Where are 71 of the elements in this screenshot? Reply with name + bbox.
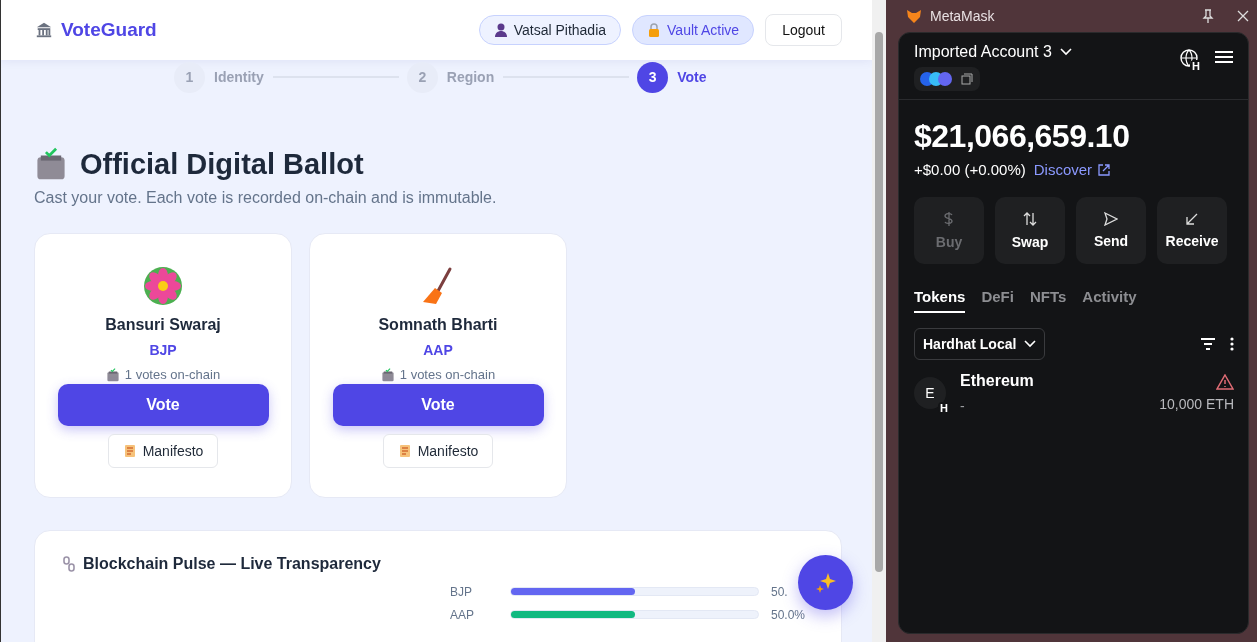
- user-badge: Vatsal Pithadia: [478, 15, 622, 45]
- candidate-name: Bansuri Swaraj: [105, 316, 221, 334]
- close-icon: [1237, 10, 1249, 22]
- network-icons: [919, 71, 955, 87]
- bar-percentage: 50.0%: [771, 607, 806, 622]
- step-label: Vote: [677, 69, 707, 85]
- vote-button[interactable]: Vote: [332, 384, 544, 426]
- user-icon: [493, 23, 508, 37]
- bar-percentage: 50.: [771, 584, 788, 599]
- pin-icon: [1201, 9, 1215, 23]
- vault-status-badge: Vault Active: [632, 15, 755, 45]
- chain-icon: [61, 556, 77, 572]
- step-number: 3: [637, 61, 669, 93]
- manifesto-button[interactable]: Manifesto: [382, 434, 494, 468]
- more-icon: [1230, 337, 1234, 351]
- token-amount: 10,000 ETH: [1159, 396, 1234, 412]
- bar-label: BJP: [450, 584, 473, 599]
- token-value: -: [960, 398, 966, 414]
- network-badge: H: [938, 402, 950, 414]
- candidate-name: Somnath Bharti: [378, 316, 498, 334]
- action-button[interactable]: Receive: [1157, 197, 1227, 264]
- swap-arrows-icon: [1023, 211, 1037, 227]
- party-name: AAP: [423, 342, 453, 358]
- window-title: MetaMask: [930, 8, 996, 24]
- lock-icon: [647, 23, 662, 37]
- page-title: Official Digital Ballot: [80, 147, 364, 181]
- chevron-down-icon: [1059, 48, 1072, 56]
- arrow-down-left-icon: [1185, 212, 1199, 226]
- external-link-icon: [1098, 163, 1111, 176]
- lotus-icon: [143, 266, 183, 306]
- action-button[interactable]: Send: [1076, 197, 1146, 264]
- step-label: Identity: [214, 69, 264, 85]
- step-label: Region: [446, 69, 495, 85]
- manifesto-button[interactable]: Manifesto: [107, 434, 219, 468]
- ballot-box-icon: [105, 367, 120, 382]
- brand-name: VoteGuard: [61, 19, 157, 41]
- ballot-box-icon: [34, 147, 68, 181]
- menu-icon: [1214, 49, 1234, 65]
- network-selector[interactable]: Hardhat Local: [914, 328, 1046, 360]
- ballot-box-icon: [380, 367, 395, 382]
- bank-icon: [35, 21, 53, 39]
- step-number: 2: [406, 61, 438, 93]
- tab[interactable]: DeFi: [981, 288, 1014, 313]
- account-selector[interactable]: Imported Account 3: [914, 43, 1072, 61]
- vote-count: 1 votes on-chain: [399, 367, 496, 382]
- copy-icon: [961, 73, 973, 85]
- scroll-icon: [397, 444, 412, 458]
- filter-icon: [1200, 338, 1216, 350]
- discover-link[interactable]: Discover: [1033, 161, 1111, 178]
- section-title: Blockchain Pulse — Live Transparency: [83, 555, 381, 573]
- party-name: BJP: [149, 342, 177, 358]
- network-badge: H: [1190, 60, 1202, 72]
- balance: $21,066,659.10: [913, 117, 1131, 155]
- balance-change: +$0.00 (+0.00%): [914, 161, 1026, 178]
- logout-button[interactable]: Logout: [765, 14, 842, 46]
- tab[interactable]: Activity: [1082, 288, 1137, 313]
- bar-label: AAP: [450, 607, 475, 622]
- vote-button[interactable]: Vote: [57, 384, 269, 426]
- action-button[interactable]: Swap: [995, 197, 1065, 264]
- page-subtitle: Cast your vote. Each vote is recorded on-chain and is immutable.: [34, 189, 498, 207]
- chevron-down-icon: [1024, 340, 1037, 348]
- tab[interactable]: Tokens: [914, 288, 966, 313]
- scroll-icon: [122, 444, 137, 458]
- step-number: 1: [174, 61, 205, 93]
- token-name: Ethereum: [960, 372, 1035, 390]
- dollar-icon: [942, 211, 956, 227]
- fox-icon: [906, 8, 922, 24]
- vote-count: 1 votes on-chain: [124, 367, 221, 382]
- tab[interactable]: NFTs: [1029, 288, 1067, 313]
- send-icon: [1104, 212, 1118, 226]
- scrollbar[interactable]: [872, 0, 886, 642]
